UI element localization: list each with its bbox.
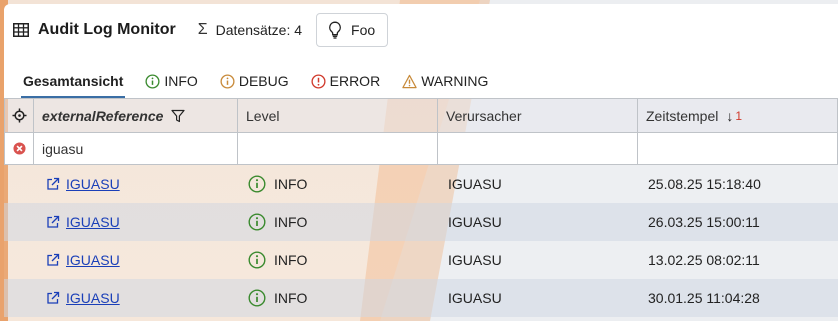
- link-text: IGUASU: [66, 214, 120, 230]
- link-text: IGUASU: [66, 252, 120, 268]
- external-link-icon: [47, 215, 60, 228]
- column-header-label: Level: [246, 107, 280, 124]
- tab-label: DEBUG: [238, 73, 289, 89]
- grid-header-row: externalReference Level Verursacher Zeit…: [4, 98, 838, 133]
- info-icon: [248, 289, 266, 307]
- zeitstempel-cell: 25.08.25 15:18:40: [648, 176, 761, 192]
- tab-info[interactable]: INFO: [145, 64, 198, 98]
- lightbulb-icon: [329, 21, 341, 39]
- zeitstempel-cell: 30.01.25 11:04:28: [648, 290, 760, 306]
- filter-input-verursacher[interactable]: [438, 133, 638, 164]
- audit-log-grid: externalReference Level Verursacher Zeit…: [4, 98, 838, 317]
- level-text: INFO: [274, 290, 308, 306]
- link-text: IGUASU: [66, 290, 120, 306]
- column-header-zeitstempel[interactable]: Zeitstempel ↓ 1: [638, 99, 838, 132]
- external-reference-link[interactable]: IGUASU: [46, 176, 120, 192]
- info-icon: [145, 73, 160, 89]
- tab-bar: Gesamtansicht INFO DEBUG ERROR WARNING: [4, 56, 838, 98]
- zeitstempel-cell: 26.03.25 15:00:11: [648, 214, 760, 230]
- level-text: INFO: [274, 214, 308, 230]
- external-reference-link[interactable]: IGUASU: [46, 290, 120, 306]
- external-reference-link[interactable]: IGUASU: [46, 214, 120, 230]
- row-spacer: [4, 165, 34, 203]
- sigma-icon: Σ: [197, 21, 208, 38]
- warning-icon: [402, 74, 417, 88]
- sort-order-badge: 1: [735, 108, 743, 123]
- verursacher-cell: IGUASU: [448, 176, 502, 192]
- error-icon: [311, 73, 326, 89]
- filter-icon[interactable]: [171, 109, 186, 123]
- external-link-icon: [47, 253, 60, 266]
- clear-filter-cell[interactable]: [4, 133, 34, 164]
- tab-warning[interactable]: WARNING: [402, 64, 488, 98]
- filter-input-zeitstempel[interactable]: [638, 133, 838, 164]
- row-spacer: [4, 241, 34, 279]
- level-cell: INFO: [238, 241, 438, 279]
- tab-label: INFO: [164, 73, 198, 89]
- column-header-label: externalReference: [42, 107, 164, 124]
- record-count: Datensätze: 4: [215, 22, 303, 38]
- level-text: INFO: [274, 252, 308, 268]
- column-header-verursacher[interactable]: Verursacher: [438, 99, 638, 132]
- clear-filter-icon[interactable]: [12, 142, 26, 155]
- info-icon: [248, 251, 266, 269]
- external-reference-cell: IGUASU: [34, 165, 238, 203]
- table-row[interactable]: IGUASU INFO IGUASU 13.02.25 08:02:11: [4, 241, 838, 279]
- page-title: Audit Log Monitor: [38, 21, 176, 38]
- verursacher-cell: IGUASU: [448, 214, 502, 230]
- column-header-level[interactable]: Level: [238, 99, 438, 132]
- verursacher-cell: IGUASU: [448, 252, 502, 268]
- app-header: Audit Log Monitor Σ Datensätze: 4 Foo: [4, 4, 838, 56]
- info-icon: [248, 213, 266, 231]
- tab-error[interactable]: ERROR: [311, 64, 381, 98]
- tab-label: ERROR: [329, 73, 381, 89]
- external-link-icon: [47, 291, 60, 304]
- foo-button[interactable]: Foo: [316, 13, 389, 47]
- sort-descending-icon: ↓: [726, 107, 734, 124]
- column-header-label: Zeitstempel: [646, 107, 719, 124]
- table-icon: [13, 23, 29, 37]
- info-icon: [248, 175, 266, 193]
- table-row[interactable]: IGUASU INFO IGUASU 26.03.25 15:00:11: [4, 203, 838, 241]
- external-reference-cell: IGUASU: [34, 241, 238, 279]
- link-text: IGUASU: [66, 176, 120, 192]
- table-row[interactable]: IGUASU INFO IGUASU 25.08.25 15:18:40: [4, 165, 838, 203]
- external-reference-cell: IGUASU: [34, 279, 238, 317]
- row-spacer: [4, 203, 34, 241]
- tab-label: WARNING: [421, 73, 489, 89]
- external-reference-link[interactable]: IGUASU: [46, 252, 120, 268]
- level-cell: INFO: [238, 165, 438, 203]
- filter-input-externalreference[interactable]: iguasu: [34, 133, 238, 164]
- tab-label: Gesamtansicht: [23, 73, 124, 89]
- tab-debug[interactable]: DEBUG: [220, 64, 289, 98]
- column-header-label: Verursacher: [446, 107, 522, 124]
- filter-value: iguasu: [42, 140, 84, 157]
- external-reference-cell: IGUASU: [34, 203, 238, 241]
- column-chooser-cell[interactable]: [4, 99, 34, 132]
- crosshair-icon: [11, 108, 27, 123]
- external-link-icon: [47, 177, 60, 190]
- level-cell: INFO: [238, 279, 438, 317]
- verursacher-cell: IGUASU: [448, 290, 502, 306]
- debug-icon: [220, 73, 235, 89]
- column-header-externalreference[interactable]: externalReference: [34, 99, 238, 132]
- table-row[interactable]: IGUASU INFO IGUASU 30.01.25 11:04:28: [4, 279, 838, 317]
- level-text: INFO: [274, 176, 308, 192]
- foo-button-label: Foo: [351, 22, 376, 38]
- tab-gesamtansicht[interactable]: Gesamtansicht: [20, 64, 126, 98]
- row-spacer: [4, 279, 34, 317]
- level-cell: INFO: [238, 203, 438, 241]
- filter-input-level[interactable]: [238, 133, 438, 164]
- zeitstempel-cell: 13.02.25 08:02:11: [648, 252, 760, 268]
- grid-filter-row: iguasu: [4, 133, 838, 165]
